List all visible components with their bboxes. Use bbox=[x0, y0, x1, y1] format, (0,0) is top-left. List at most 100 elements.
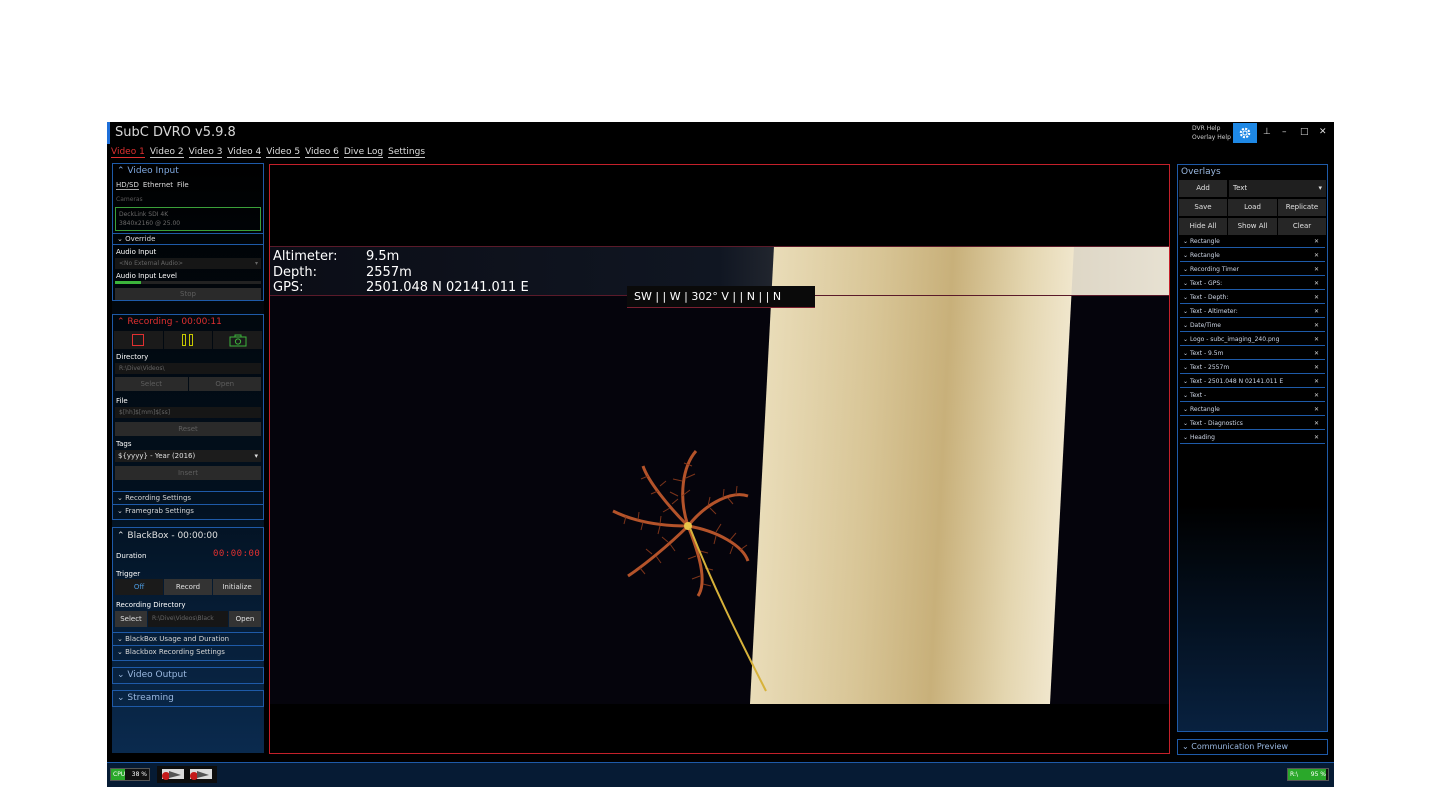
save-overlays-button[interactable]: Save bbox=[1179, 199, 1227, 216]
reset-button[interactable]: Reset bbox=[115, 422, 261, 436]
overlay-list-item[interactable]: ⌄ Recording Timer ✕ bbox=[1180, 264, 1325, 276]
replicate-overlays-button[interactable]: Replicate bbox=[1278, 199, 1326, 216]
overlay-list-item[interactable]: ⌄ Rectangle ✕ bbox=[1180, 250, 1325, 262]
snapshot-button[interactable] bbox=[213, 331, 263, 349]
camera-list-item[interactable]: DeckLink SDI 4K 3840x2160 @ 25.00 bbox=[115, 207, 261, 231]
overlay-list-item[interactable]: ⌄ Text - Altimeter: ✕ bbox=[1180, 306, 1325, 318]
overlay-list-item[interactable]: ⌄ Rectangle ✕ bbox=[1180, 404, 1325, 416]
tab-video-6[interactable]: Video 6 bbox=[305, 147, 339, 158]
overlay-item-label: Rectangle bbox=[1189, 406, 1220, 413]
override-expander[interactable]: ⌄ Override bbox=[113, 233, 263, 245]
overlay-list-item[interactable]: ⌄ Logo - subc_imaging_240.png ✕ bbox=[1180, 334, 1325, 346]
streaming-expander[interactable]: ⌄ Streaming bbox=[112, 690, 264, 707]
video-preview[interactable]: Altimeter: 9.5m Depth: 2557m GPS: 2501.0… bbox=[269, 164, 1170, 754]
remove-overlay-icon[interactable]: ✕ bbox=[1314, 362, 1319, 373]
overlay-list-item[interactable]: ⌄ Text - ✕ bbox=[1180, 390, 1325, 402]
chevron-down-icon: ⌄ bbox=[1183, 336, 1190, 343]
overlay-list-item[interactable]: ⌄ Text - Depth: ✕ bbox=[1180, 292, 1325, 304]
overlay-list-item[interactable]: ⌄ Heading ✕ bbox=[1180, 432, 1325, 444]
title-bar: SubC DVRO v5.9.8 DVR Help Overlay Help ⊥… bbox=[107, 122, 1334, 146]
remove-overlay-icon[interactable]: ✕ bbox=[1314, 334, 1319, 345]
overlay-list-item[interactable]: ⌄ Text - 9.5m ✕ bbox=[1180, 348, 1325, 360]
pause-button[interactable] bbox=[163, 331, 213, 349]
overlay-type-select[interactable]: Text ▾ bbox=[1229, 180, 1326, 197]
recording-settings-expander[interactable]: ⌄ Recording Settings bbox=[113, 491, 263, 504]
trigger-off-button[interactable]: Off bbox=[115, 579, 163, 595]
subtab-hdsd[interactable]: HD/SD bbox=[116, 181, 139, 190]
tab-video-2[interactable]: Video 2 bbox=[149, 147, 184, 158]
close-button[interactable]: ✕ bbox=[1319, 127, 1327, 137]
remove-overlay-icon[interactable]: ✕ bbox=[1314, 432, 1319, 443]
dropdown-arrow-icon: ▾ bbox=[254, 452, 258, 460]
remove-overlay-icon[interactable]: ✕ bbox=[1314, 418, 1319, 429]
remove-overlay-icon[interactable]: ✕ bbox=[1314, 376, 1319, 387]
tags-label: Tags bbox=[116, 440, 132, 448]
subtab-file[interactable]: File bbox=[177, 181, 189, 189]
maximize-button[interactable]: □ bbox=[1300, 127, 1309, 137]
insert-button[interactable]: Insert bbox=[115, 466, 261, 480]
video-input-header[interactable]: ⌃ Video Input bbox=[113, 166, 179, 176]
remove-overlay-icon[interactable]: ✕ bbox=[1314, 292, 1319, 303]
remove-overlay-icon[interactable]: ✕ bbox=[1314, 250, 1319, 261]
show-all-button[interactable]: Show All bbox=[1228, 218, 1277, 235]
tab-dive-log[interactable]: Dive Log bbox=[343, 147, 384, 158]
trigger-record-button[interactable]: Record bbox=[164, 579, 212, 595]
stop-button[interactable]: Stop bbox=[115, 288, 261, 300]
select-directory-button[interactable]: Select bbox=[115, 377, 188, 391]
framegrab-settings-expander[interactable]: ⌄ Framegrab Settings bbox=[113, 504, 263, 518]
hide-all-button[interactable]: Hide All bbox=[1179, 218, 1227, 235]
blackbox-select-button[interactable]: Select bbox=[115, 611, 147, 627]
remove-overlay-icon[interactable]: ✕ bbox=[1314, 404, 1319, 415]
clear-overlays-button[interactable]: Clear bbox=[1278, 218, 1326, 235]
video-output-expander[interactable]: ⌄ Video Output bbox=[112, 667, 264, 684]
remove-overlay-icon[interactable]: ✕ bbox=[1314, 390, 1319, 401]
overlay-list-item[interactable]: ⌄ Date/Time ✕ bbox=[1180, 320, 1325, 332]
overlay-list-item[interactable]: ⌄ Text - Diagnostics ✕ bbox=[1180, 418, 1325, 430]
blackbox-directory-field[interactable]: R:\Dive\Videos\Black bbox=[148, 611, 228, 627]
tab-video-5[interactable]: Video 5 bbox=[266, 147, 301, 158]
remove-overlay-icon[interactable]: ✕ bbox=[1314, 264, 1319, 275]
audio-input-select[interactable]: <No External Audio> ▾ bbox=[115, 258, 261, 269]
tags-select[interactable]: ${yyyy} - Year (2016) ▾ bbox=[115, 450, 261, 462]
blackbox-open-button[interactable]: Open bbox=[229, 611, 261, 627]
load-overlays-button[interactable]: Load bbox=[1228, 199, 1277, 216]
tab-video-3[interactable]: Video 3 bbox=[188, 147, 223, 158]
disk-value: 95 % bbox=[1310, 771, 1326, 778]
remove-overlay-icon[interactable]: ✕ bbox=[1314, 236, 1319, 247]
overlay-list-item[interactable]: ⌄ Text - GPS: ✕ bbox=[1180, 278, 1325, 290]
overlay-list-item[interactable]: ⌄ Text - 2557m ✕ bbox=[1180, 362, 1325, 374]
camera-name: DeckLink SDI 4K bbox=[119, 211, 169, 218]
communication-preview-expander[interactable]: ⌄ Communication Preview bbox=[1177, 739, 1328, 755]
pin-icon[interactable]: ⊥ bbox=[1263, 127, 1271, 137]
subtab-ethernet[interactable]: Ethernet bbox=[143, 181, 173, 189]
chevron-up-icon: ⌃ bbox=[117, 531, 128, 541]
communication-preview-label: Communication Preview bbox=[1191, 742, 1288, 751]
overlay-list-item[interactable]: ⌄ Rectangle ✕ bbox=[1180, 236, 1325, 248]
recording-title: Recording - 00:00:11 bbox=[127, 317, 222, 327]
minimize-button[interactable]: – bbox=[1282, 127, 1287, 137]
open-directory-button[interactable]: Open bbox=[188, 377, 261, 391]
chevron-down-icon: ⌄ bbox=[1183, 406, 1190, 413]
record-button[interactable] bbox=[114, 331, 163, 349]
remove-overlay-icon[interactable]: ✕ bbox=[1314, 348, 1319, 359]
file-label: File bbox=[116, 397, 128, 405]
add-overlay-button[interactable]: Add bbox=[1179, 180, 1227, 197]
remove-overlay-icon[interactable]: ✕ bbox=[1314, 320, 1319, 331]
remove-overlay-icon[interactable]: ✕ bbox=[1314, 306, 1319, 317]
dvr-help-link[interactable]: DVR Help bbox=[1192, 124, 1231, 133]
tab-video-1[interactable]: Video 1 bbox=[111, 147, 145, 158]
blackbox-recording-settings-expander[interactable]: ⌄ Blackbox Recording Settings bbox=[113, 645, 263, 660]
settings-gear-button[interactable] bbox=[1233, 123, 1257, 143]
overlay-help-link[interactable]: Overlay Help bbox=[1192, 133, 1231, 142]
recording-header[interactable]: ⌃ Recording - 00:00:11 bbox=[113, 317, 222, 327]
blackbox-header[interactable]: ⌃ BlackBox - 00:00:00 bbox=[113, 531, 218, 541]
remove-overlay-icon[interactable]: ✕ bbox=[1314, 278, 1319, 289]
initialize-button[interactable]: Initialize bbox=[213, 579, 261, 595]
overlay-list-item[interactable]: ⌄ Text - 2501.048 N 02141.011 E ✕ bbox=[1180, 376, 1325, 388]
file-name-field[interactable]: $[hh]$[mm]$[ss] bbox=[115, 407, 261, 418]
directory-field[interactable]: R:\Dive\Videos\ bbox=[115, 363, 261, 374]
chevron-down-icon: ⌄ bbox=[117, 635, 126, 643]
blackbox-usage-expander[interactable]: ⌄ BlackBox Usage and Duration bbox=[113, 632, 263, 645]
tab-settings[interactable]: Settings bbox=[388, 147, 426, 158]
tab-video-4[interactable]: Video 4 bbox=[227, 147, 262, 158]
